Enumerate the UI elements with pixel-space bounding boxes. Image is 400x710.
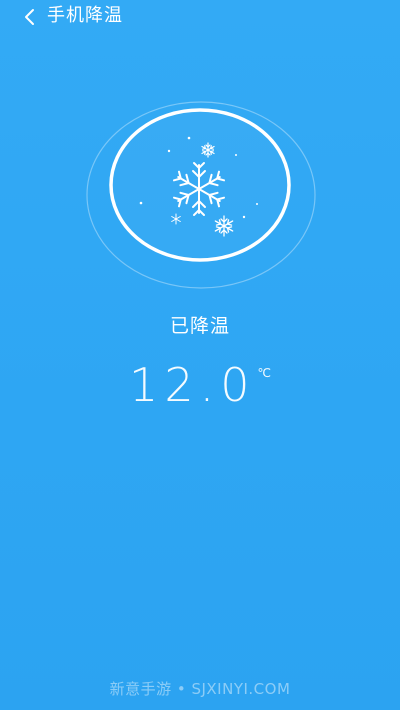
cooling-status: 已降温 — [169, 315, 230, 337]
page-title: 手机降温 — [47, 5, 123, 26]
back-button[interactable] — [18, 5, 42, 29]
top-bar: 手机降温 — [0, 0, 400, 36]
chevron-left-icon — [25, 9, 34, 25]
temperature-unit: ℃ — [257, 366, 271, 380]
watermark: 新意手游 • SJXINYI.COM — [109, 680, 291, 698]
cooling-dial — [86, 101, 316, 289]
temperature-value: 12.0 — [129, 358, 256, 412]
temperature-readout: 12.0 ℃ — [0, 355, 400, 415]
phone-cooling-screen: 手机降温 已降温 12.0 ℃ 新意手游 • SJXINYI.COM — [0, 0, 400, 710]
